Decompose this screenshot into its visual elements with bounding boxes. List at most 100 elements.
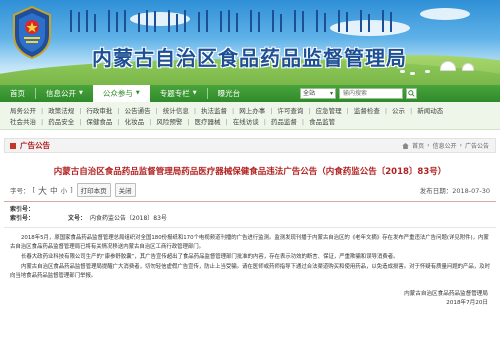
subnav-link[interactable]: 公告通告 — [125, 106, 151, 117]
subnav-link[interactable]: 在线访谈 — [233, 117, 259, 128]
subnav-separator: | — [41, 107, 44, 115]
site-scope-select[interactable]: 全站 — [300, 88, 336, 99]
subnav-link[interactable]: 药品监督 — [271, 117, 297, 128]
article-paragraph: 长春大政药业科技有限公司生产的“康参舒胶囊”，其广告宣传超出了食品药品监督管理部… — [21, 254, 399, 260]
breadcrumb-link-current[interactable]: 广告公告 — [465, 141, 489, 150]
subnav-separator: | — [263, 118, 266, 126]
nav-item-home[interactable]: 首页 — [0, 85, 35, 102]
emblem-logo — [13, 5, 51, 60]
subnav-link[interactable]: 统计信息 — [163, 106, 189, 117]
publish-date: 发布日期：2018-07-30 — [419, 187, 490, 195]
subnav-separator: | — [225, 118, 228, 126]
sheep-icon — [425, 70, 430, 73]
breadcrumb-separator: › — [459, 142, 462, 149]
mongolian-script-title — [70, 10, 392, 32]
meta-docno-label: 文号： — [68, 215, 87, 222]
subnav-link[interactable]: 新闻动态 — [417, 106, 443, 117]
breadcrumb-separator: › — [427, 142, 430, 149]
chevron-down-icon: ▼ — [192, 90, 197, 96]
subnav-separator: | — [117, 118, 120, 126]
subnav-link[interactable]: 执法监督 — [201, 106, 227, 117]
search-bar: 全站 — [300, 88, 417, 99]
search-button[interactable] — [406, 88, 417, 99]
font-size-label: 字号： — [10, 187, 30, 195]
font-size-bracket: ] — [70, 186, 73, 194]
nav-item-label: 信息公开 — [46, 89, 76, 98]
subnav-link[interactable]: 公示 — [392, 106, 405, 117]
yurt-icon — [440, 61, 456, 71]
subnav-separator: | — [232, 107, 235, 115]
article-toolbar: 字号： [ 大 中 小 ] 打印本页 关闭 发布日期：2018-07-30 — [0, 183, 500, 197]
subnav-link[interactable]: 局务公开 — [10, 106, 36, 117]
subnav-separator: | — [346, 107, 349, 115]
subnav-separator: | — [193, 107, 197, 115]
subnav-separator: | — [384, 107, 388, 115]
subnav-separator: | — [155, 107, 158, 115]
breadcrumb-trail: 首页 › 信息公开 › 广告公告 — [402, 141, 489, 150]
font-size-large-button[interactable]: 大 — [38, 184, 47, 197]
subnav-separator: | — [117, 107, 120, 115]
subnav-link[interactable]: 社会共治 — [10, 117, 36, 128]
chevron-down-icon: ▼ — [135, 90, 140, 96]
nav-item-public-participation[interactable]: 公众参与 ▼ — [92, 85, 150, 102]
chevron-down-icon: ▼ — [79, 90, 83, 96]
subnav-link[interactable]: 保健食品 — [86, 117, 112, 128]
title-divider — [4, 201, 496, 202]
subnav-link[interactable]: 医疗器械 — [195, 117, 221, 128]
meta-category-label: 索引号： — [10, 206, 35, 213]
meta-index-label: 索引号： — [10, 215, 35, 222]
meta-row: 索引号： 文号： 内食药监公告〔2018〕83号 — [10, 214, 490, 223]
article-meta: 索引号： 索引号： 文号： 内食药监公告〔2018〕83号 — [10, 205, 490, 223]
subnav-link[interactable]: 化妆品 — [125, 117, 145, 128]
nav-item-exposure[interactable]: 曝光台 — [208, 85, 251, 102]
subnav-link[interactable]: 网上办事 — [239, 106, 265, 117]
subnav-link[interactable]: 许可查询 — [277, 106, 303, 117]
nav-item-label: 公众参与 — [102, 89, 133, 98]
search-input[interactable] — [339, 88, 403, 99]
print-button[interactable]: 打印本页 — [76, 183, 111, 197]
main-nav: 首页 信息公开 ▼ 公众参与 ▼ 专题专栏 ▼ 曝光台 全站 — [0, 85, 500, 102]
article-signature: 内蒙古自治区食品药品监督管理局 2018年7月20日 — [0, 290, 488, 308]
subnav-link[interactable]: 监督检查 — [354, 106, 380, 117]
breadcrumb-link-home[interactable]: 首页 — [412, 141, 424, 150]
font-size-bracket: [ — [32, 186, 36, 194]
subnav-link[interactable]: 药品安全 — [48, 117, 74, 128]
subnav-row: 社会共治 | 药品安全 | 保健食品 | 化妆品 | 风险预警 | 医疗器械 | 在线访谈 | 药品监督 | 食… — [10, 117, 490, 128]
meta-row: 索引号： — [10, 205, 490, 214]
meta-divider — [4, 227, 496, 228]
subnav-link[interactable]: 食品监管 — [309, 117, 335, 128]
subnav-link[interactable]: 政策法规 — [48, 106, 74, 117]
search-icon — [408, 90, 415, 97]
cloud-decoration — [420, 8, 470, 20]
subnav-separator: | — [187, 118, 190, 126]
font-size-small-button[interactable]: 小 — [61, 185, 68, 195]
subnav-separator: | — [79, 118, 82, 126]
font-size-medium-button[interactable]: 中 — [50, 185, 58, 196]
signature-date: 2018年7月20日 — [446, 300, 488, 306]
article-paragraph: 2018年5月，原国家食品药品监督管理总局组织对全国180份报纸和170个电视频… — [10, 235, 489, 250]
nav-item-info-public[interactable]: 信息公开 ▼ — [36, 85, 93, 102]
subnav-link[interactable]: 行政审批 — [86, 106, 112, 117]
subnav-link[interactable]: 风险预警 — [156, 117, 182, 128]
subnav-separator: | — [149, 118, 152, 126]
nav-item-label: 曝光台 — [217, 89, 241, 98]
section-title: 广告公告 — [20, 141, 50, 150]
subnav-link[interactable]: 应急管理 — [316, 106, 342, 117]
section-marker-icon — [10, 142, 16, 149]
sheep-icon — [410, 72, 415, 75]
font-size-control: 字号： [ 大 中 小 ] — [10, 184, 73, 197]
subnav-row: 局务公开 | 政策法规 | 行政审批 | 公告通告 | 统计信息 | 执法监督 | 网上办事 | 许可查询 |… — [10, 106, 490, 117]
home-icon — [402, 142, 409, 149]
close-button[interactable]: 关闭 — [114, 183, 136, 197]
breadcrumb-link-info[interactable]: 信息公开 — [433, 141, 457, 150]
site-title: 内蒙古自治区食品药品监督管理局 — [92, 46, 407, 70]
article-paragraph: 内蒙古自治区食品药品监督管理局提醒广大消费者，切勿轻信虚假广告宣传，防止上当受骗… — [10, 264, 490, 279]
signature-org: 内蒙古自治区食品药品监督管理局 — [404, 291, 488, 297]
article-title: 内蒙古自治区食品药品监督管理局药品医疗器械保健食品违法广告公告（内食药监公告〔2… — [53, 167, 447, 177]
breadcrumb: 广告公告 首页 › 信息公开 › 广告公告 — [4, 138, 496, 153]
header-banner: 内蒙古自治区食品药品监督管理局 — [0, 0, 500, 85]
nav-item-special-topics[interactable]: 专题专栏 ▼ — [150, 85, 207, 102]
subnav-separator: | — [41, 118, 44, 126]
subnav-separator: | — [308, 107, 311, 115]
nav-item-label: 首页 — [10, 89, 25, 98]
